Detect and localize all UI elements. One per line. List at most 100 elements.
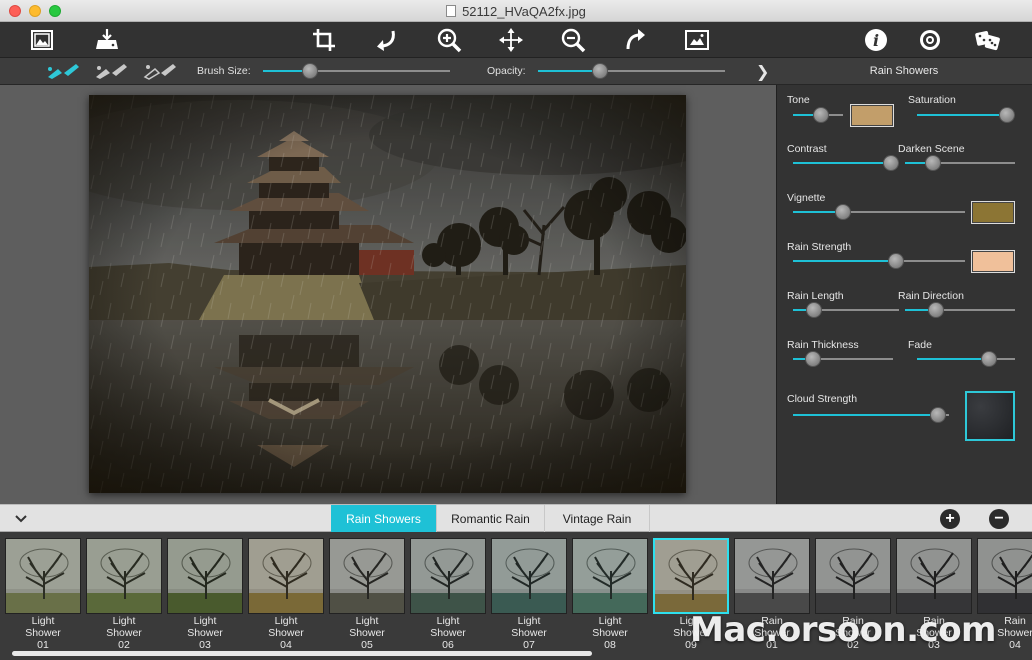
slider-knob[interactable]	[999, 107, 1016, 123]
move-icon	[499, 28, 523, 52]
zoom-in-icon	[437, 28, 462, 53]
preset-label: Light Shower 01	[3, 615, 83, 651]
slider-knob[interactable]	[927, 302, 944, 318]
preset-thumbnail[interactable]	[86, 538, 162, 614]
compare-image-icon	[685, 30, 709, 50]
svg-text:i: i	[873, 31, 879, 50]
preset-thumbnail[interactable]	[410, 538, 486, 614]
move-button[interactable]	[496, 25, 526, 55]
cloud-texture-swatch[interactable]	[965, 391, 1015, 441]
erase-brush-icon	[96, 64, 127, 79]
preset-label-line1: Light	[274, 615, 298, 627]
zoom-out-button[interactable]	[558, 25, 588, 55]
tree-preview-icon	[573, 539, 647, 613]
opacity-label: Opacity:	[487, 65, 526, 77]
darken-scene-slider[interactable]	[905, 155, 1015, 171]
slider-knob[interactable]	[882, 155, 899, 171]
slider-knob[interactable]	[806, 302, 823, 318]
fade-slider[interactable]	[917, 351, 1015, 367]
settings-button[interactable]	[915, 25, 945, 55]
smart-brush-tool[interactable]	[143, 61, 177, 81]
crop-button[interactable]	[309, 25, 339, 55]
compare-image-button[interactable]	[682, 25, 712, 55]
slider-knob[interactable]	[924, 155, 941, 171]
cloud-strength-slider[interactable]	[793, 407, 949, 423]
tone-slider[interactable]	[793, 107, 843, 123]
open-image-button[interactable]	[27, 25, 57, 55]
zoom-in-button[interactable]	[434, 25, 464, 55]
slider-knob[interactable]	[591, 63, 608, 79]
tab-romantic-rain[interactable]: Romantic Rain	[437, 505, 545, 532]
random-dice-button[interactable]	[973, 25, 1003, 55]
castle-rain-photo	[89, 95, 686, 493]
preset-label: Light Shower 02	[84, 615, 164, 651]
slider-knob[interactable]	[301, 63, 318, 79]
saturation-slider[interactable]	[917, 107, 1016, 123]
rain-strength-slider[interactable]	[793, 253, 965, 269]
slider-knob[interactable]	[888, 253, 905, 269]
chevron-right-icon[interactable]: ❯	[756, 62, 769, 82]
vignette-color-swatch[interactable]	[971, 201, 1015, 224]
tree-preview-icon	[655, 540, 727, 612]
tree-preview-icon	[492, 539, 566, 613]
redo-icon	[626, 29, 645, 50]
preset-thumbnail[interactable]	[977, 538, 1032, 614]
chevron-down-icon[interactable]	[12, 510, 30, 528]
info-icon: i	[865, 29, 887, 51]
tree-preview-icon	[330, 539, 404, 613]
slider-knob[interactable]	[834, 204, 851, 220]
redo-button[interactable]	[620, 25, 650, 55]
paint-brush-tool[interactable]	[46, 61, 80, 81]
rain-direction-slider[interactable]	[905, 302, 1015, 318]
save-export-button[interactable]	[92, 25, 122, 55]
vignette-slider[interactable]	[793, 204, 965, 220]
preset-label-line3: 08	[604, 639, 616, 651]
preset-thumbnail[interactable]	[491, 538, 567, 614]
rain-length-label: Rain Length	[787, 290, 844, 302]
preset-thumbnail[interactable]	[896, 538, 972, 614]
tone-label: Tone	[787, 94, 810, 106]
tab-rain-showers[interactable]: Rain Showers	[331, 505, 437, 532]
slider-knob[interactable]	[805, 351, 821, 367]
preset-label-line3: 04	[280, 639, 292, 651]
slider-knob[interactable]	[980, 351, 997, 367]
tree-preview-icon	[87, 539, 161, 613]
preset-thumbnail[interactable]	[167, 538, 243, 614]
undo-button[interactable]	[371, 25, 401, 55]
opacity-slider[interactable]	[538, 63, 725, 79]
slider-knob[interactable]	[930, 407, 947, 423]
preset-label-line2: Shower	[430, 627, 466, 639]
brush-size-slider[interactable]	[263, 63, 450, 79]
preset-thumbnail[interactable]	[329, 538, 405, 614]
preset-label: Light Shower 05	[327, 615, 407, 651]
rain-color-swatch[interactable]	[971, 250, 1015, 273]
preset-thumbnail[interactable]	[572, 538, 648, 614]
preset-label-line1: Light	[355, 615, 379, 627]
tone-color-swatch[interactable]	[850, 104, 894, 127]
edited-photo[interactable]	[89, 95, 686, 493]
preset-thumbnail[interactable]	[248, 538, 324, 614]
preset-thumbnail[interactable]	[734, 538, 810, 614]
erase-brush-tool[interactable]	[94, 61, 128, 81]
contrast-slider[interactable]	[793, 155, 899, 171]
preset-thumbnail[interactable]	[815, 538, 891, 614]
add-preset-button[interactable]: +	[940, 509, 960, 529]
adjustments-panel: Tone Saturation Contrast Darken Scene Vi…	[776, 85, 1032, 504]
info-button[interactable]: i	[861, 25, 891, 55]
remove-preset-button[interactable]: −	[989, 509, 1009, 529]
slider-knob[interactable]	[812, 107, 829, 123]
smart-brush-icon	[143, 64, 176, 80]
preset-thumbnail[interactable]	[5, 538, 81, 614]
preset-thumbnail[interactable]	[653, 538, 729, 614]
preset-label-line1: Light	[31, 615, 55, 627]
slider-fill	[917, 114, 1008, 116]
rain-length-slider[interactable]	[793, 302, 899, 318]
tab-vintage-rain[interactable]: Vintage Rain	[545, 505, 650, 532]
brush-size-label: Brush Size:	[197, 65, 251, 77]
preset-label: Light Shower 07	[489, 615, 569, 651]
image-canvas[interactable]	[0, 85, 776, 504]
presets-scrollbar[interactable]	[12, 651, 592, 656]
rain-thickness-slider[interactable]	[793, 351, 893, 367]
preset-label: Light Shower 08	[570, 615, 650, 651]
slider-fill	[793, 260, 897, 262]
